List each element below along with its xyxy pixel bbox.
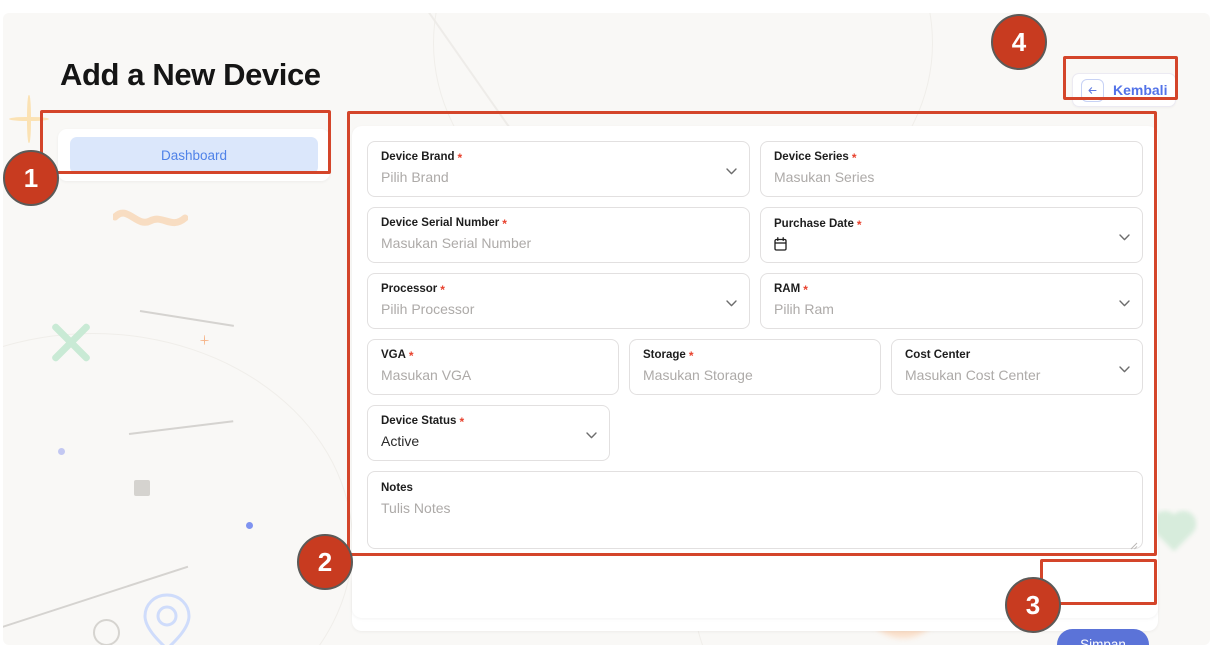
field-label-text: Storage xyxy=(643,350,686,362)
field-value: Pilih Brand xyxy=(381,170,736,185)
decor-heart xyxy=(1153,508,1199,554)
chevron-down-icon xyxy=(586,432,596,442)
annotation-marker-1: 1 xyxy=(3,150,59,206)
chevron-down-icon xyxy=(1119,234,1129,244)
field-label: Device Brand* xyxy=(381,152,736,164)
field-label-text: Device Brand xyxy=(381,152,455,164)
field-cost-center[interactable]: Cost Center Masukan Cost Center xyxy=(891,339,1143,395)
field-label: Cost Center xyxy=(905,350,1129,362)
required-marker: * xyxy=(689,350,694,362)
back-button-label: Kembali xyxy=(1113,82,1167,98)
decor-dot-2 xyxy=(246,522,253,529)
form-row: Device Status* Active xyxy=(367,405,1143,461)
sidebar-item-label: Dashboard xyxy=(161,148,227,163)
form-row: Processor*Pilih ProcessorRAM*Pilih Ram xyxy=(367,273,1143,329)
field-vga[interactable]: VGA* Masukan VGA xyxy=(367,339,619,395)
field-value: Tulis Notes xyxy=(381,501,1129,516)
decor-square xyxy=(134,480,150,496)
field-storage[interactable]: Storage* Masukan Storage xyxy=(629,339,881,395)
field-device-series[interactable]: Device Series* Masukan Series xyxy=(760,141,1143,197)
form-panel: Device Brand*Pilih BrandDevice Series*Ma… xyxy=(352,126,1158,618)
field-label-text: VGA xyxy=(381,350,406,362)
field-processor[interactable]: Processor* Pilih Processor xyxy=(367,273,750,329)
decor-line-2 xyxy=(129,420,233,435)
field-label: Device Serial Number* xyxy=(381,218,736,230)
field-label-text: Device Status xyxy=(381,416,456,428)
form-rows: Device Brand*Pilih BrandDevice Series*Ma… xyxy=(367,141,1143,549)
required-marker: * xyxy=(852,152,857,164)
form-row: VGA*Masukan VGAStorage*Masukan StorageCo… xyxy=(367,339,1143,395)
annotation-marker-3: 3 xyxy=(1005,577,1061,633)
field-value: Masukan Storage xyxy=(643,368,867,383)
back-button[interactable]: Kembali xyxy=(1072,73,1176,107)
field-device-serial-number[interactable]: Device Serial Number* Masukan Serial Numb… xyxy=(367,207,750,263)
field-device-brand[interactable]: Device Brand* Pilih Brand xyxy=(367,141,750,197)
required-marker: * xyxy=(440,284,445,296)
page-canvas: Add a New Device Kembali Dashboard Simpa… xyxy=(3,13,1210,645)
field-value: Masukan Serial Number xyxy=(381,236,736,251)
resize-grip-icon[interactable] xyxy=(1130,537,1138,545)
decor-line-4 xyxy=(422,13,510,127)
row-spacer xyxy=(620,405,1143,461)
field-value xyxy=(774,237,1129,251)
annotation-marker-4: 4 xyxy=(991,14,1047,70)
field-label-text: Notes xyxy=(381,483,413,495)
field-value: Masukan Cost Center xyxy=(905,368,1129,383)
field-label-text: RAM xyxy=(774,284,800,296)
arrow-left-icon xyxy=(1081,79,1104,102)
field-value: Pilih Processor xyxy=(381,302,736,317)
field-label: Notes xyxy=(381,483,1129,495)
chevron-down-icon xyxy=(1119,300,1129,310)
field-label: Device Status* xyxy=(381,416,596,428)
submit-button[interactable]: Simpan xyxy=(1057,629,1149,645)
decor-dot-1 xyxy=(58,448,65,455)
calendar-icon xyxy=(774,237,1129,251)
required-marker: * xyxy=(458,152,463,164)
field-label-text: Purchase Date xyxy=(774,219,854,231)
sparkle-icon-top-left xyxy=(9,95,49,143)
field-purchase-date[interactable]: Purchase Date* xyxy=(760,207,1143,263)
field-label: Processor* xyxy=(381,284,736,296)
required-marker: * xyxy=(502,218,507,230)
decor-line-3 xyxy=(3,566,188,631)
field-label-text: Cost Center xyxy=(905,350,970,362)
field-label-text: Device Serial Number xyxy=(381,218,499,230)
field-value: Pilih Ram xyxy=(774,302,1129,317)
required-marker: * xyxy=(857,219,862,231)
form-row: Notes Tulis Notes xyxy=(367,471,1143,549)
sidebar-item-dashboard[interactable]: Dashboard xyxy=(70,137,318,174)
decor-x-mark xyxy=(46,316,96,366)
decor-squiggle xyxy=(113,208,188,234)
chevron-down-icon xyxy=(1119,366,1129,376)
decor-arc-left xyxy=(3,333,353,645)
sparkle-icon-small xyxy=(200,335,209,345)
field-label: Device Series* xyxy=(774,152,1129,164)
required-marker: * xyxy=(409,350,414,362)
field-value: Masukan VGA xyxy=(381,368,605,383)
decor-line-1 xyxy=(140,310,234,327)
required-marker: * xyxy=(459,416,464,428)
form-row: Device Serial Number*Masukan Serial Numb… xyxy=(367,207,1143,263)
decor-circle xyxy=(93,619,120,645)
field-label: VGA* xyxy=(381,350,605,362)
field-ram[interactable]: RAM* Pilih Ram xyxy=(760,273,1143,329)
form-row: Device Brand*Pilih BrandDevice Series*Ma… xyxy=(367,141,1143,197)
annotation-marker-2: 2 xyxy=(297,534,353,590)
map-pin-icon xyxy=(141,591,193,645)
chevron-down-icon xyxy=(726,300,736,310)
field-label: Purchase Date* xyxy=(774,219,1129,231)
field-label-text: Device Series xyxy=(774,152,849,164)
field-device-status[interactable]: Device Status* Active xyxy=(367,405,610,461)
screenshot-root: Add a New Device Kembali Dashboard Simpa… xyxy=(0,0,1213,660)
field-label-text: Processor xyxy=(381,284,437,296)
field-label: RAM* xyxy=(774,284,1129,296)
field-notes[interactable]: Notes Tulis Notes xyxy=(367,471,1143,549)
required-marker: * xyxy=(803,284,808,296)
sidebar: Dashboard xyxy=(58,129,330,181)
field-value: Active xyxy=(381,434,596,449)
field-value: Masukan Series xyxy=(774,170,1129,185)
field-label: Storage* xyxy=(643,350,867,362)
page-title: Add a New Device xyxy=(60,57,321,93)
chevron-down-icon xyxy=(726,168,736,178)
